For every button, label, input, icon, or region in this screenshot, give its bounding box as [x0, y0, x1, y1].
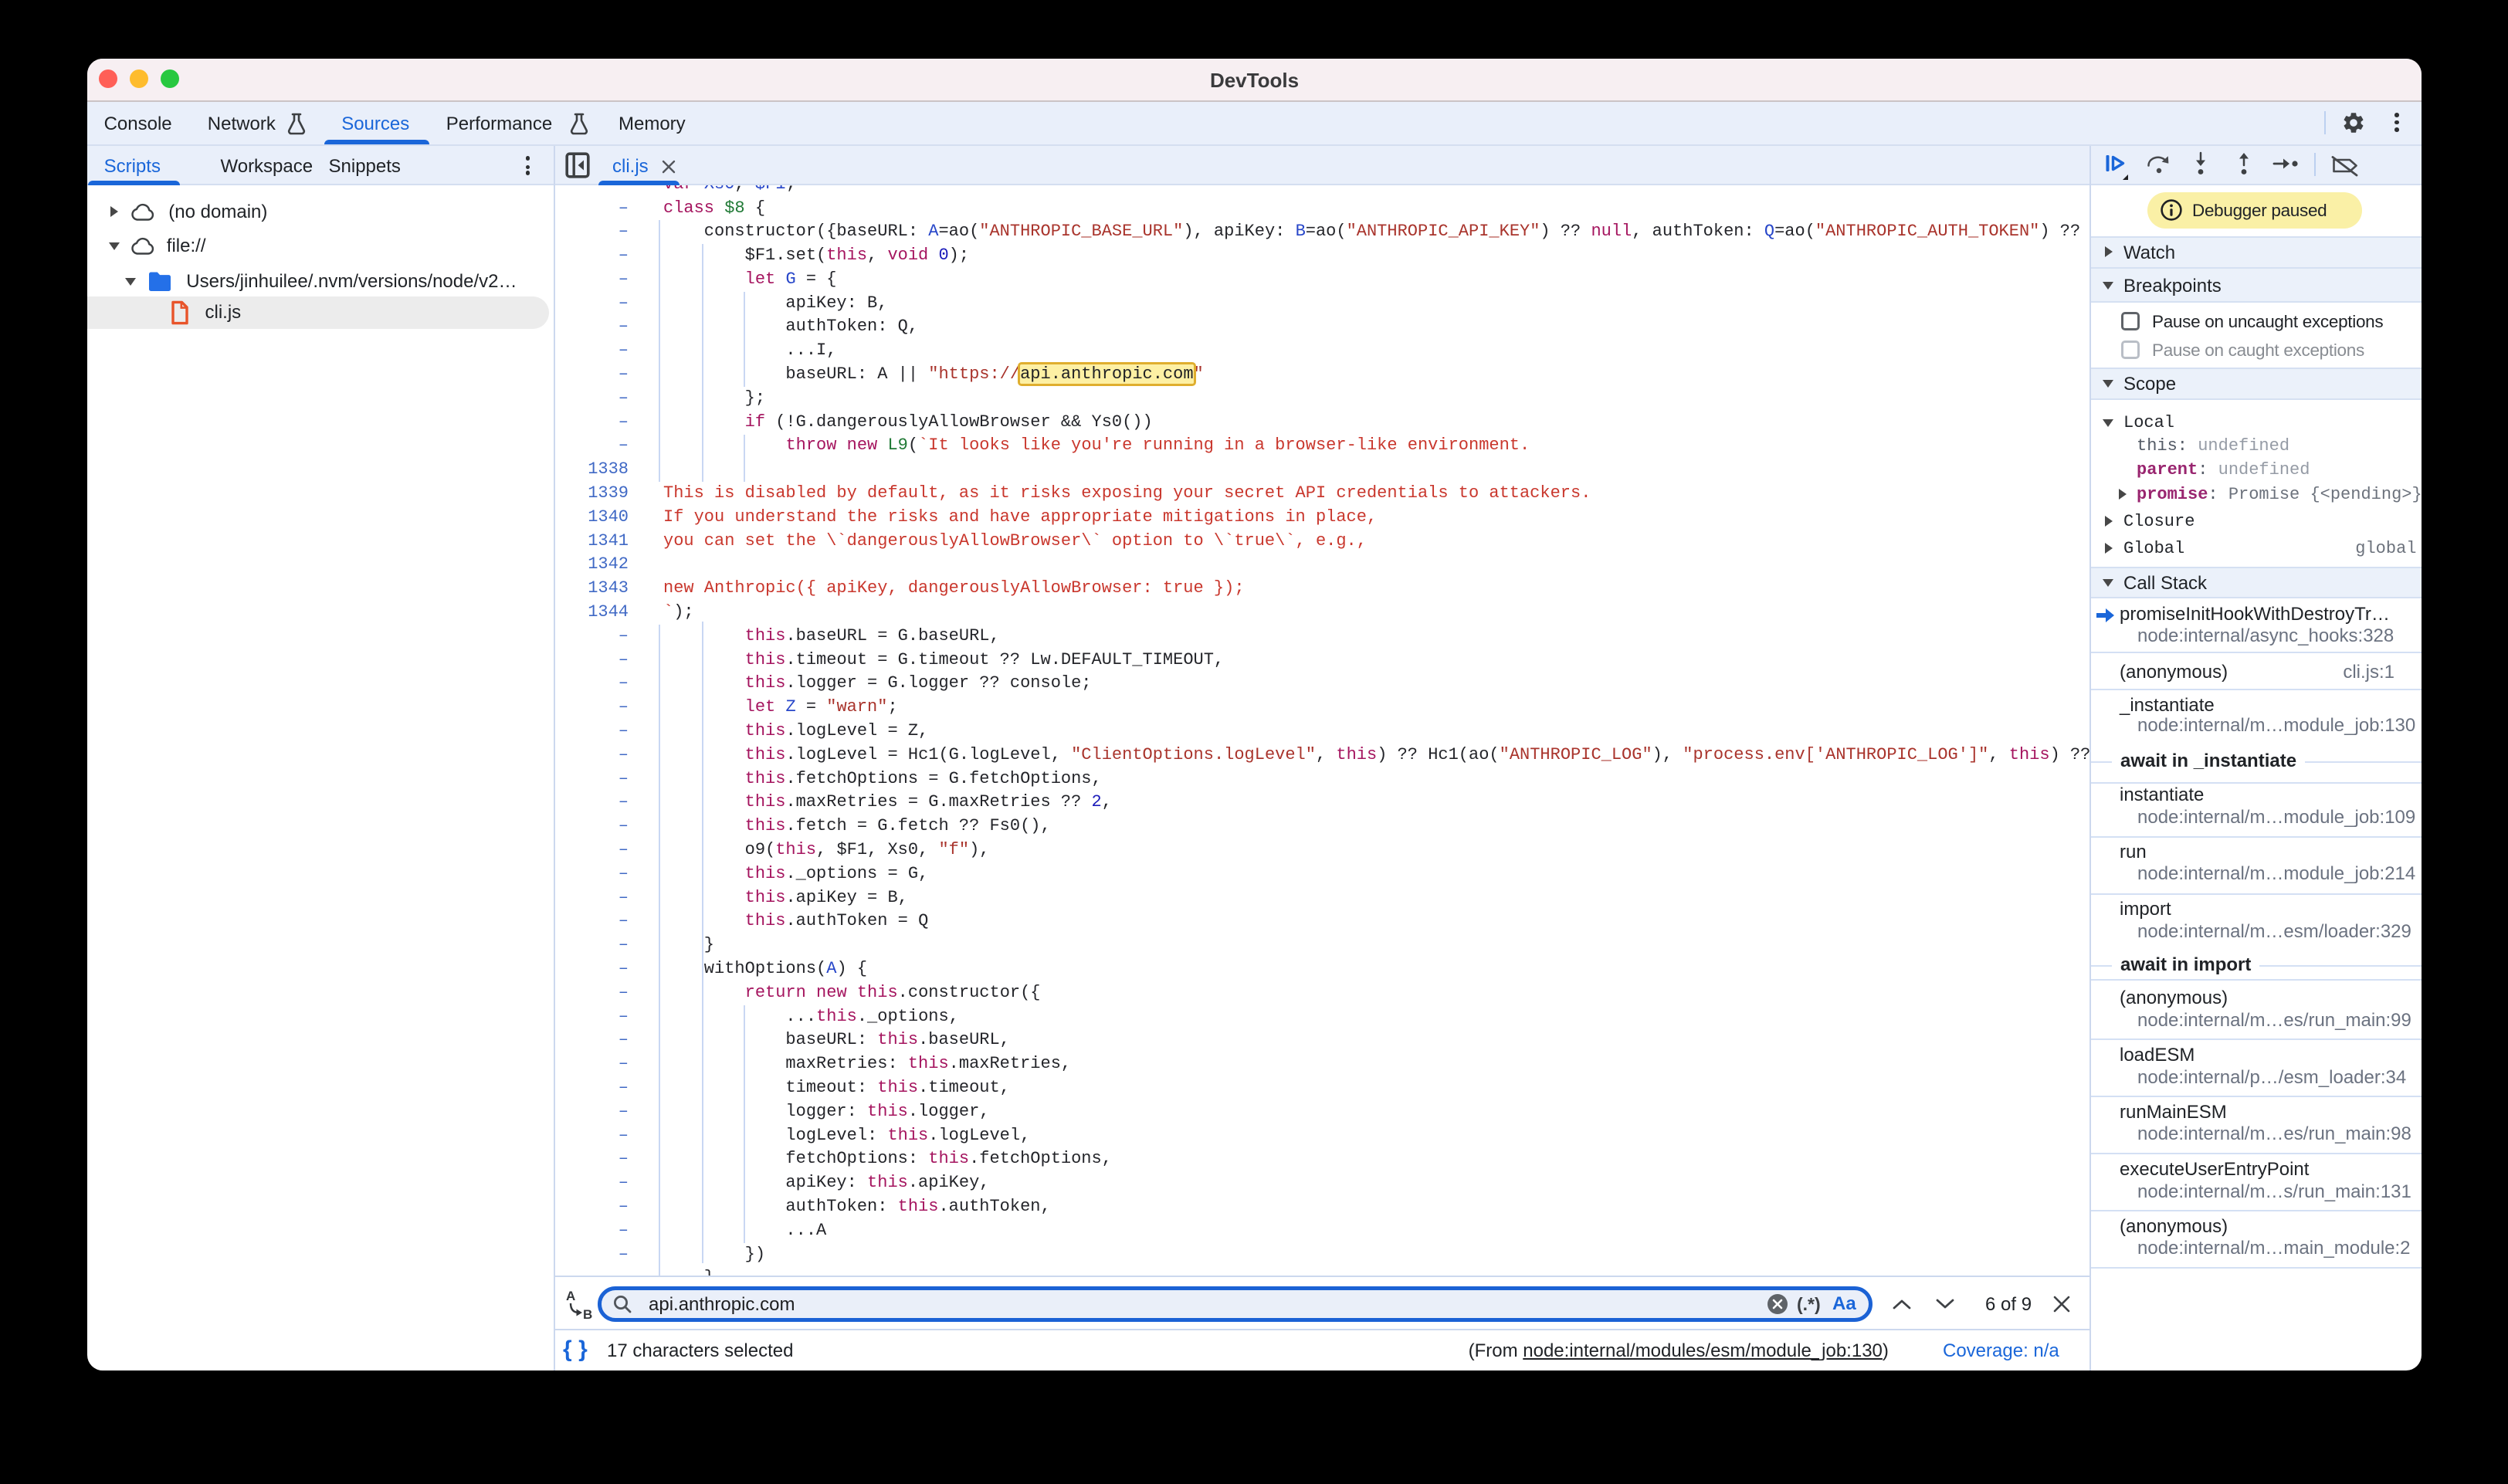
svg-text:B: B [583, 1307, 592, 1320]
svg-text:A: A [566, 1289, 575, 1303]
